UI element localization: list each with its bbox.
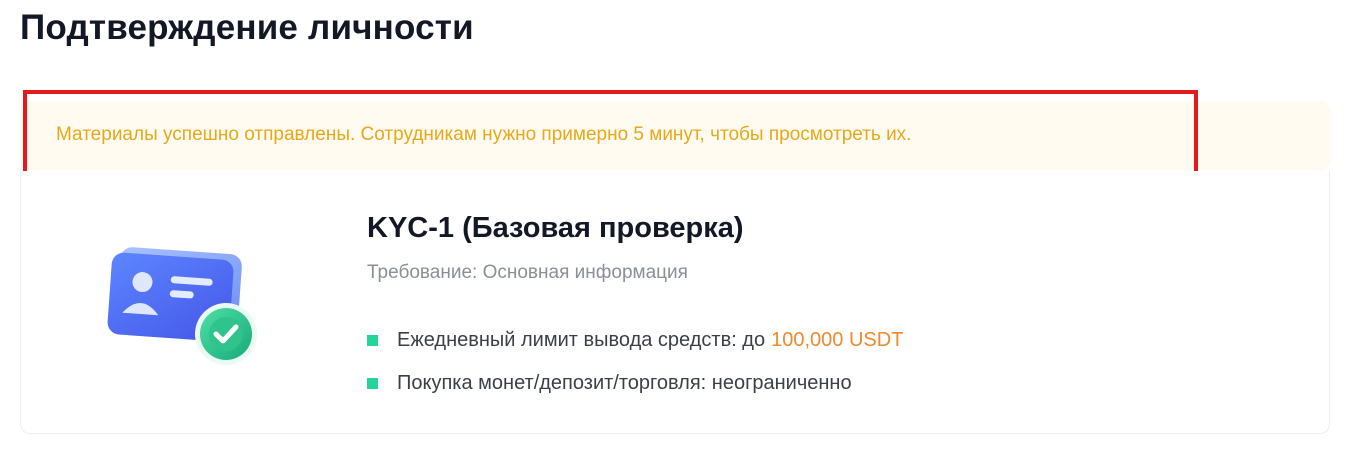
bullet-icon bbox=[367, 335, 378, 346]
benefit-trading: Покупка монет/депозит/торговля: неограни… bbox=[367, 372, 852, 395]
kyc-level-title: KYC-1 (Базовая проверка) bbox=[367, 212, 744, 244]
benefit-label: Ежедневный лимит вывода средств: до bbox=[397, 329, 766, 351]
kyc-requirement: Требование: Основная информация bbox=[367, 262, 688, 283]
benefit-label: Покупка монет/депозит/торговля: неограни… bbox=[397, 372, 852, 394]
benefit-value: 100,000 USDT bbox=[771, 329, 904, 351]
identity-verification-page: Подтверждение личности Материалы успешно… bbox=[0, 0, 1368, 456]
benefit-withdrawal-limit: Ежедневный лимит вывода средств: до 100,… bbox=[367, 329, 903, 352]
bullet-icon bbox=[367, 378, 378, 389]
notice-highlight-frame bbox=[23, 90, 1198, 179]
id-card-verified-icon bbox=[100, 240, 270, 370]
page-title: Подтверждение личности bbox=[20, 8, 474, 47]
